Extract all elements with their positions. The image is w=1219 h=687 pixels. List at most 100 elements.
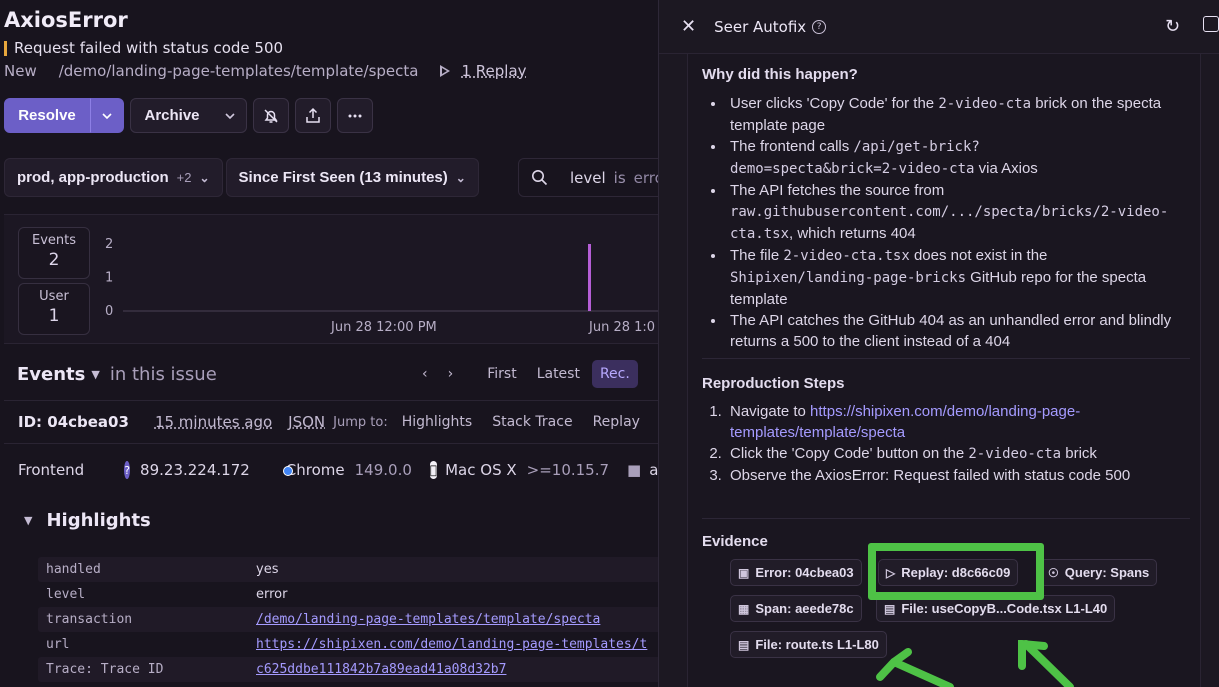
- highlight-key: transaction: [46, 612, 133, 627]
- highlights-header[interactable]: ▼ Highlights: [4, 510, 151, 531]
- os-version: >=10.15.7: [522, 461, 609, 479]
- section-divider: [702, 358, 1190, 359]
- resolve-button[interactable]: Resolve: [4, 98, 90, 133]
- jump-stack-trace[interactable]: Stack Trace: [492, 414, 572, 430]
- help-icon[interactable]: ?: [812, 19, 827, 34]
- event-context: Frontend ? 89.23.224.172 Chrome 149.0.0 …: [4, 448, 658, 492]
- query-icon: ☉: [1048, 565, 1059, 580]
- status-badge: New: [4, 62, 37, 80]
- why-list: User clicks 'Copy Code' for the 2-video-…: [708, 93, 1178, 352]
- environment-filter[interactable]: prod, app-production +2 ⌄: [4, 158, 223, 197]
- highlight-row: url https://shipixen.com/demo/landing-pa…: [38, 632, 658, 657]
- search-key: level: [570, 168, 606, 187]
- refresh-icon[interactable]: ↻: [1165, 16, 1180, 37]
- context-label: Frontend: [18, 461, 85, 479]
- issue-meta: New /demo/landing-page-templates/templat…: [4, 62, 527, 80]
- highlight-key: level: [46, 587, 86, 602]
- copy-icon[interactable]: [1203, 16, 1219, 32]
- more-button[interactable]: [337, 98, 373, 133]
- search-value: error: [633, 168, 658, 187]
- highlight-row: Trace: Trace ID c625ddbe111842b7a89ead41…: [38, 657, 658, 682]
- issue-title: AxiosError: [4, 8, 128, 32]
- archive-button[interactable]: Archive: [130, 98, 214, 133]
- evidence-query-chip[interactable]: ☉ Query: Spans: [1040, 559, 1158, 586]
- mute-button[interactable]: [253, 98, 289, 133]
- list-item: The API fetches the source from raw.gith…: [726, 180, 1178, 245]
- issue-pane: AxiosError Request failed with status co…: [0, 0, 658, 687]
- why-title: Why did this happen?: [702, 66, 858, 83]
- time-range-filter[interactable]: Since First Seen (13 minutes) ⌄: [225, 158, 479, 197]
- list-item: User clicks 'Copy Code' for the 2-video-…: [726, 93, 1178, 136]
- environment-label: prod, app-production: [17, 169, 169, 186]
- jump-to-label: Jump to:: [333, 414, 388, 430]
- archive-dropdown-button[interactable]: [213, 98, 247, 133]
- highlight-value-link[interactable]: /demo/landing-page-templates/template/sp…: [256, 612, 600, 627]
- evidence-error-chip[interactable]: ▣ Error: 04cbea03: [730, 559, 862, 586]
- highlight-annotation-box: [868, 543, 1044, 600]
- search-input[interactable]: level is error: [518, 158, 658, 197]
- evidence-label: Query: Spans: [1064, 565, 1150, 580]
- user-ip: 89.23.224.172: [140, 461, 250, 479]
- share-button[interactable]: [295, 98, 331, 133]
- jump-highlights[interactable]: Highlights: [402, 414, 473, 430]
- level-indicator: [4, 40, 7, 56]
- pager-first[interactable]: First: [479, 360, 524, 388]
- os-name: Mac OS X: [441, 461, 517, 479]
- y-tick-label: 1: [105, 271, 113, 286]
- event-id: ID: 04cbea03: [18, 413, 129, 431]
- y-tick-label: 2: [105, 237, 113, 252]
- pager-recommended[interactable]: Rec.: [591, 360, 638, 388]
- error-icon: ▣: [738, 565, 750, 580]
- highlight-row: handled yes: [38, 557, 658, 582]
- evidence-span-chip[interactable]: ▦ Span: aeede78c: [730, 595, 862, 622]
- y-tick-label: 0: [105, 304, 113, 319]
- evidence-label: File: useCopyB...Code.tsx L1-L40: [901, 601, 1108, 616]
- annotation-arrows: [876, 640, 1074, 687]
- seer-title: Seer Autofix: [714, 17, 807, 36]
- chevron-down-icon: ▼: [91, 367, 100, 381]
- share-icon: [306, 107, 320, 123]
- apple-icon: : [429, 461, 438, 479]
- json-link[interactable]: JSON: [288, 413, 325, 431]
- file-icon: ▤: [884, 601, 896, 616]
- search-operator: is: [613, 168, 626, 187]
- repro-url[interactable]: https://shipixen.com/demo/landing-page-t…: [730, 403, 1080, 441]
- replay-link[interactable]: 1 Replay: [461, 62, 526, 80]
- highlight-value-link[interactable]: https://shipixen.com/demo/landing-page-t…: [256, 637, 647, 652]
- list-item: The file 2-video-cta.tsx does not exist …: [726, 245, 1178, 310]
- events-title[interactable]: Events: [17, 364, 85, 385]
- events-stat[interactable]: Events 2: [18, 227, 90, 279]
- section-divider: [702, 518, 1190, 519]
- user-icon: ?: [124, 461, 131, 479]
- arrow-shaft: [1022, 640, 1074, 687]
- resolve-dropdown-button[interactable]: [90, 98, 124, 133]
- users-stat[interactable]: User 1: [18, 283, 90, 335]
- pager-latest[interactable]: Latest: [529, 360, 588, 388]
- arrow-shaft: [890, 658, 954, 687]
- filters-bar: prod, app-production +2 ⌄ Since First Se…: [4, 158, 479, 197]
- event-timestamp: 15 minutes ago: [154, 413, 273, 431]
- repro-title: Reproduction Steps: [702, 375, 845, 392]
- close-icon[interactable]: ✕: [681, 16, 696, 37]
- evidence-label: Span: aeede78c: [755, 601, 854, 616]
- highlights-title: Highlights: [46, 510, 151, 531]
- evidence-label: Error: 04cbea03: [755, 565, 854, 580]
- events-header: Events ▼ in this issue ‹ › First Latest …: [4, 352, 658, 396]
- chevron-down-icon: ⌄: [199, 170, 210, 185]
- next-icon[interactable]: ›: [440, 360, 462, 388]
- previous-icon[interactable]: ‹: [414, 360, 436, 388]
- chart-bar: [588, 244, 591, 311]
- x-tick-label: Jun 28 1:0: [588, 320, 655, 335]
- event-id-bar: ID: 04cbea03 15 minutes ago JSON Jump to…: [4, 400, 658, 444]
- time-range-label: Since First Seen (13 minutes): [238, 169, 448, 186]
- highlight-value-link[interactable]: c625ddbe111842b7a89ead41a08d32b7: [256, 662, 506, 677]
- seer-header: ✕ Seer Autofix ? ↻: [659, 0, 1219, 54]
- list-item: The API catches the GitHub 404 as an unh…: [726, 310, 1178, 352]
- events-stat-label: Events: [31, 233, 76, 248]
- chevron-down-icon: ▼: [24, 514, 33, 527]
- search-icon: [532, 170, 548, 186]
- jump-replay[interactable]: Replay: [593, 414, 640, 430]
- list-item: Observe the AxiosError: Request failed w…: [726, 465, 1178, 486]
- list-item: Navigate to https://shipixen.com/demo/la…: [726, 401, 1178, 443]
- list-item: The frontend calls /api/get-brick?demo=s…: [726, 136, 1178, 180]
